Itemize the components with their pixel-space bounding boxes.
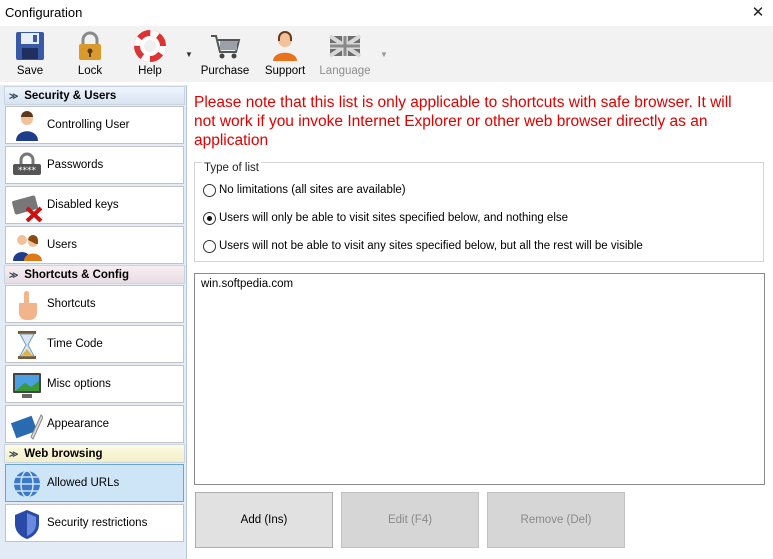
hand-pointer-icon [19, 291, 37, 320]
allowed-urls-panel: Please note that this list is only appli… [188, 85, 773, 559]
sidebar-item-controlling-user[interactable]: Controlling User [5, 106, 184, 144]
sidebar-item-security-restrictions[interactable]: Security restrictions [5, 504, 184, 542]
group-security-users[interactable]: ≫ Security & Users [4, 86, 185, 105]
lock-button[interactable]: Lock [63, 28, 117, 80]
sidebar-item-disabled-keys[interactable]: Disabled keys [5, 186, 184, 224]
sidebar-item-users[interactable]: Users [5, 226, 184, 264]
sidebar-item-allowed-urls[interactable]: Allowed URLs [5, 464, 184, 502]
sidebar-item-label: Shortcuts [47, 298, 96, 310]
paint-pen-icon [11, 414, 43, 440]
users-icon [13, 235, 42, 261]
group-web-browsing[interactable]: ≫ Web browsing [4, 444, 185, 463]
shield-icon [15, 510, 39, 539]
sidebar-item-appearance[interactable]: Appearance [5, 405, 184, 443]
collapse-chevron-icon: ≫ [9, 91, 19, 101]
help-label: Help [138, 65, 162, 77]
safe-browser-note: Please note that this list is only appli… [194, 94, 732, 149]
language-button[interactable]: Language [318, 28, 372, 80]
help-dropdown-icon[interactable]: ▼ [184, 50, 194, 60]
group-title: Web browsing [24, 448, 103, 460]
group-title: Shortcuts & Config [24, 269, 129, 281]
support-agent-icon [273, 31, 297, 61]
password-icon: **** [13, 152, 41, 176]
remove-button[interactable]: Remove (Del) [487, 492, 625, 548]
padlock-icon [79, 31, 101, 60]
collapse-chevron-icon: ≫ [9, 270, 19, 280]
radio-button[interactable] [203, 212, 216, 225]
toolbar: Save Lock Help ▼ Purchase Support Langua… [0, 26, 773, 82]
sidebar-item-shortcuts[interactable]: Shortcuts [5, 285, 184, 323]
sidebar-item-misc-options[interactable]: Misc options [5, 365, 184, 403]
sidebar: ≫ Security & Users Controlling User ****… [0, 85, 187, 559]
hourglass-icon [18, 331, 36, 359]
collapse-chevron-icon: ≫ [9, 449, 19, 459]
sidebar-item-label: Allowed URLs [47, 477, 120, 489]
floppy-disk-icon [16, 32, 44, 60]
edit-button[interactable]: Edit (F4) [341, 492, 479, 548]
title-bar: Configuration ✕ [0, 0, 773, 26]
group-shortcuts-config[interactable]: ≫ Shortcuts & Config [4, 265, 185, 284]
save-button[interactable]: Save [3, 28, 57, 80]
lifebuoy-icon [134, 30, 166, 62]
sidebar-item-label: Passwords [47, 159, 104, 171]
language-label: Language [319, 65, 371, 77]
sidebar-item-label: Misc options [47, 378, 111, 390]
radio-button[interactable] [203, 240, 216, 253]
list-item[interactable]: win.softpedia.com [201, 278, 293, 290]
disabled-keyboard-icon [12, 195, 43, 222]
globe-icon [14, 470, 40, 498]
language-dropdown-icon[interactable]: ▼ [379, 50, 389, 60]
sidebar-item-label: Users [47, 239, 78, 251]
type-of-list-legend: Type of list [202, 162, 261, 174]
lock-label: Lock [77, 65, 103, 77]
radio-label: Users will not be able to visit any site… [219, 240, 643, 252]
sidebar-item-label: Security restrictions [47, 517, 148, 529]
add-button[interactable]: Add (Ins) [195, 492, 333, 548]
radio-label: No limitations (all sites are available) [219, 184, 406, 196]
sidebar-item-label: Time Code [47, 338, 103, 350]
uk-flag-icon [329, 34, 361, 58]
window-title: Configuration [5, 5, 83, 20]
radio-label: Users will only be able to visit sites s… [219, 212, 569, 224]
support-button[interactable]: Support [258, 28, 312, 80]
type-of-list-group: Type of list No limitations (all sites a… [194, 162, 764, 262]
save-label: Save [16, 65, 44, 77]
sidebar-item-label: Controlling User [47, 119, 130, 131]
svg-text:****: **** [18, 166, 37, 176]
sidebar-item-time-code[interactable]: Time Code [5, 325, 184, 363]
purchase-button[interactable]: Purchase [198, 28, 252, 80]
close-icon[interactable]: ✕ [743, 0, 773, 26]
sidebar-item-label: Appearance [47, 418, 110, 430]
monitor-icon [13, 373, 41, 398]
sidebar-item-label: Disabled keys [47, 199, 119, 211]
sidebar-item-passwords[interactable]: **** Passwords [5, 146, 184, 184]
url-list[interactable]: win.softpedia.com [194, 273, 765, 485]
help-button[interactable]: Help [123, 28, 177, 80]
radio-button[interactable] [203, 184, 216, 197]
user-icon [16, 111, 38, 141]
group-title: Security & Users [24, 90, 117, 102]
support-label: Support [264, 65, 306, 77]
shopping-cart-icon [211, 35, 241, 59]
purchase-label: Purchase [200, 65, 250, 77]
